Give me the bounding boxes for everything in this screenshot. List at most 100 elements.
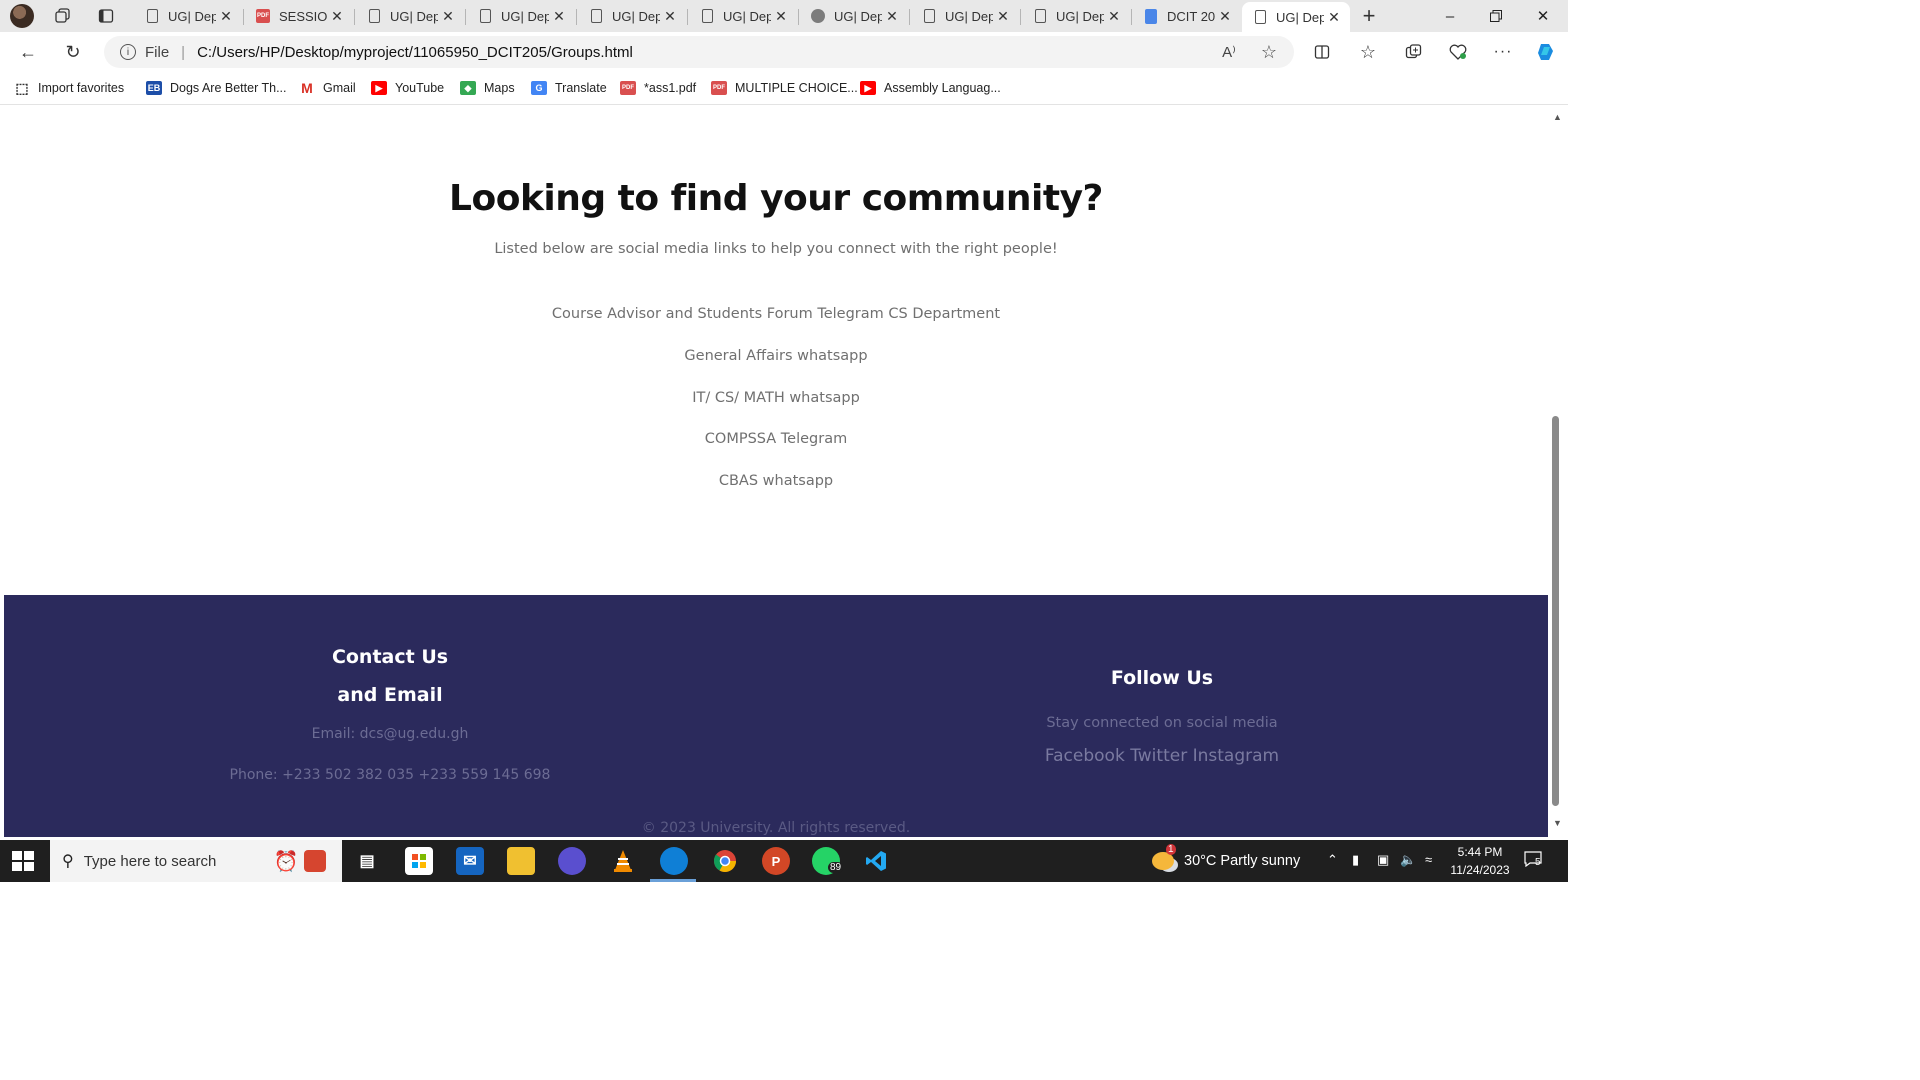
weather-widget[interactable]: 1 30°C Partly sunny — [1152, 840, 1300, 882]
bookmark-label: MULTIPLE CHOICE... — [735, 81, 858, 95]
back-button[interactable]: ← — [13, 38, 43, 66]
favorite-star-icon[interactable]: ☆ — [1254, 36, 1284, 68]
bookmark-item[interactable]: PDF MULTIPLE CHOICE... — [711, 78, 858, 98]
bookmark-label: *ass1.pdf — [644, 81, 697, 95]
bookmark-item[interactable]: ▶ YouTube — [371, 78, 444, 98]
browser-essentials-icon[interactable] — [1444, 40, 1472, 64]
edge-icon[interactable] — [660, 847, 688, 875]
favorites-icon[interactable]: ☆ — [1354, 40, 1382, 64]
device-icon[interactable]: ▣ — [1377, 852, 1389, 868]
bookmark-item[interactable]: EB Dogs Are Better Th... — [146, 78, 287, 98]
gift-icon[interactable] — [304, 850, 326, 872]
tab-close-icon[interactable]: ✕ — [1104, 8, 1124, 25]
group-link-it-cs-math-whatsapp[interactable]: IT/ CS/ MATH whatsapp — [4, 390, 1548, 406]
browser-tab[interactable]: UG| Dep ✕ — [689, 2, 799, 30]
bookmark-item[interactable]: ▶ Assembly Languag... — [860, 78, 1001, 98]
bookmark-item[interactable]: M Gmail — [299, 78, 356, 98]
clock-date: 11/24/2023 — [1450, 863, 1510, 877]
bookmark-item[interactable]: ⬚ Import favorites — [14, 78, 124, 98]
tab-actions-icon[interactable] — [93, 4, 119, 28]
scroll-up-arrow-icon[interactable]: ▲ — [1553, 112, 1562, 122]
workspaces-icon[interactable] — [50, 4, 76, 28]
wifi-icon[interactable]: ≈ — [1425, 852, 1432, 867]
volume-icon[interactable]: 🔈 — [1400, 852, 1416, 868]
tab-close-icon[interactable]: ✕ — [549, 8, 569, 25]
tab-close-icon[interactable]: ✕ — [438, 8, 458, 25]
bookmark-item[interactable]: ◆ Maps — [460, 78, 515, 98]
address-bar[interactable]: i File | C:/Users/HP/Desktop/myproject/1… — [104, 36, 1294, 68]
microsoft-store-icon[interactable] — [405, 847, 433, 875]
page-scrollbar[interactable]: ▲ ▼ — [1548, 106, 1568, 837]
read-aloud-icon[interactable]: A⁾ — [1214, 36, 1244, 68]
tab-title: UG| Dep — [612, 8, 660, 24]
page-title: Looking to find your community? — [449, 178, 1103, 219]
taskbar-search[interactable]: ⚲ Type here to search ⏰ — [50, 840, 342, 882]
refresh-button[interactable]: ↻ — [58, 38, 88, 66]
new-tab-button[interactable]: + — [1356, 3, 1382, 28]
restore-button[interactable] — [1473, 0, 1519, 32]
document-icon — [1252, 9, 1268, 25]
social-links: Facebook Twitter Instagram — [962, 746, 1362, 766]
navigation-bar: ← ↻ i File | C:/Users/HP/Desktop/myproje… — [0, 32, 1568, 72]
scroll-down-arrow-icon[interactable]: ▼ — [1553, 818, 1562, 828]
copilot-icon[interactable] — [1532, 40, 1560, 64]
profile-avatar[interactable] — [10, 4, 34, 28]
tab-close-icon[interactable]: ✕ — [1215, 8, 1235, 25]
scrollbar-thumb[interactable] — [1552, 416, 1559, 806]
collections-icon[interactable] — [1399, 40, 1427, 64]
bookmark-item[interactable]: PDF *ass1.pdf — [620, 78, 696, 98]
group-link-cbas-whatsapp[interactable]: CBAS whatsapp — [4, 473, 1548, 489]
pdf-icon: PDF — [711, 81, 727, 95]
chrome-icon[interactable] — [711, 847, 739, 875]
browser-tab[interactable]: UG| Dep ✕ — [134, 2, 244, 30]
document-icon — [144, 8, 160, 24]
browser-tab[interactable]: UG| Dep ✕ — [1022, 2, 1132, 30]
mail-icon[interactable]: ✉ — [456, 847, 484, 875]
system-clock[interactable]: 5:44 PM 11/24/2023 — [1440, 843, 1520, 879]
tab-close-icon[interactable]: ✕ — [993, 8, 1013, 25]
notifications-icon[interactable]: 5 — [1524, 851, 1546, 871]
tab-close-icon[interactable]: ✕ — [660, 8, 680, 25]
browser-tab[interactable]: UG| Dep ✕ — [356, 2, 466, 30]
group-link-cs-forum-telegram[interactable]: Course Advisor and Students Forum Telegr… — [4, 306, 1548, 322]
tab-close-icon[interactable]: ✕ — [327, 8, 347, 25]
instagram-link[interactable]: Instagram — [1193, 746, 1280, 766]
group-link-general-affairs-whatsapp[interactable]: General Affairs whatsapp — [4, 348, 1548, 364]
bookmark-item[interactable]: G Translate — [531, 78, 607, 98]
tab-close-icon[interactable]: ✕ — [771, 8, 791, 25]
browser-tab[interactable]: UG| Dep ✕ — [911, 2, 1021, 30]
battery-icon[interactable]: ▮ — [1352, 852, 1359, 868]
tab-close-icon[interactable]: ✕ — [1324, 9, 1344, 26]
tab-title: UG| Dep — [834, 8, 882, 24]
minimize-button[interactable]: – — [1427, 0, 1473, 32]
vscode-icon[interactable] — [862, 847, 890, 875]
document-icon — [366, 8, 382, 24]
browser-tab[interactable]: DCIT 20 ✕ — [1133, 2, 1243, 30]
split-screen-icon[interactable] — [1308, 40, 1336, 64]
facebook-link[interactable]: Facebook — [1045, 746, 1125, 766]
vlc-icon[interactable] — [609, 847, 637, 875]
twitter-link[interactable]: Twitter — [1130, 746, 1187, 766]
group-link-compssa-telegram[interactable]: COMPSSA Telegram — [4, 431, 1548, 447]
file-explorer-icon[interactable] — [507, 847, 535, 875]
browser-tab[interactable]: PDF SESSION✕ — [245, 2, 355, 30]
address-url[interactable]: C:/Users/HP/Desktop/myproject/11065950_D… — [197, 44, 633, 61]
tab-close-icon[interactable]: ✕ — [216, 8, 236, 25]
powerpoint-icon[interactable]: P — [762, 847, 790, 875]
page-viewport: Looking to find your community? Listed b… — [4, 106, 1548, 837]
settings-more-icon[interactable]: ··· — [1489, 40, 1517, 64]
browser-tab[interactable]: UG| Dep ✕ — [800, 2, 910, 30]
show-hidden-icons-chevron-icon[interactable]: ⌃ — [1327, 852, 1338, 868]
task-view-icon[interactable]: ▤ — [353, 847, 381, 875]
browser-tab[interactable]: UG| Dep ✕ — [467, 2, 577, 30]
close-window-button[interactable]: ✕ — [1520, 0, 1566, 32]
contact-email: Email: dcs@ug.edu.gh — [311, 726, 469, 742]
tab-close-icon[interactable]: ✕ — [882, 8, 902, 25]
info-icon[interactable]: i — [120, 44, 136, 60]
document-icon — [477, 8, 493, 24]
windows-start-icon[interactable] — [12, 851, 34, 871]
clipchamp-icon[interactable] — [558, 847, 586, 875]
browser-tab[interactable]: UG| Dep ✕ — [1242, 2, 1350, 32]
browser-tab[interactable]: UG| Dep ✕ — [578, 2, 688, 30]
alarm-clock-icon[interactable]: ⏰ — [272, 847, 300, 875]
